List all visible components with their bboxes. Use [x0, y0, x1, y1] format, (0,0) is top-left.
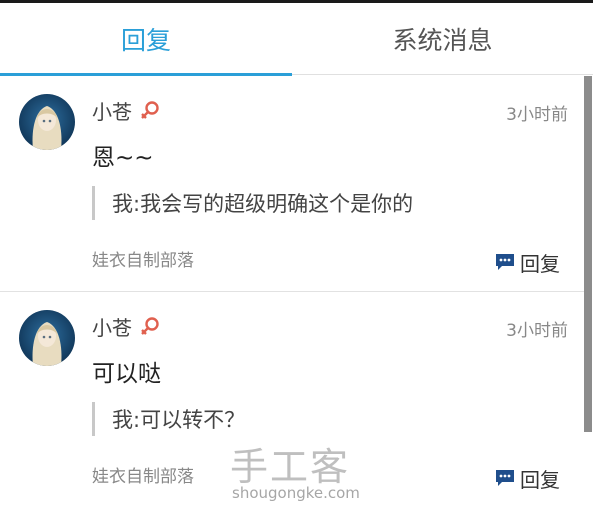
- avatar[interactable]: [19, 94, 75, 150]
- female-icon: [141, 317, 159, 335]
- female-icon: [141, 101, 159, 119]
- username[interactable]: 小苍: [92, 96, 132, 125]
- comment-icon: [496, 470, 514, 486]
- list-item[interactable]: 小苍 3小时前 可以哒 我:可以转不？ 娃衣自制部落 回复: [0, 292, 584, 508]
- reply-label: 回复: [520, 467, 560, 492]
- tab-replies[interactable]: 回复: [0, 3, 292, 75]
- message-text: 恩~~: [92, 145, 154, 171]
- reply-label: 回复: [520, 251, 560, 276]
- message-text: 可以哒: [92, 361, 161, 387]
- scrollbar[interactable]: [584, 76, 592, 432]
- avatar[interactable]: [19, 310, 75, 366]
- list-item[interactable]: 小苍 3小时前 恩~~ 我:我会写的超级明确这个是你的 娃衣自制部落 回复: [0, 76, 584, 292]
- comment-icon: [496, 254, 514, 270]
- timestamp: 3小时前: [506, 105, 568, 125]
- group-name[interactable]: 娃衣自制部落: [92, 246, 194, 271]
- timestamp: 3小时前: [506, 321, 568, 341]
- tab-system-messages[interactable]: 系统消息: [292, 3, 593, 75]
- message-list[interactable]: 小苍 3小时前 恩~~ 我:我会写的超级明确这个是你的 娃衣自制部落 回复 小苍…: [0, 76, 593, 513]
- group-name[interactable]: 娃衣自制部落: [92, 462, 194, 487]
- quoted-text: 我:我会写的超级明确这个是你的: [92, 186, 413, 220]
- reply-button[interactable]: 回复: [494, 466, 560, 492]
- reply-button[interactable]: 回复: [494, 250, 560, 276]
- quoted-text: 我:可以转不？: [92, 402, 245, 436]
- tab-bar: 回复 系统消息: [0, 3, 593, 77]
- username[interactable]: 小苍: [92, 312, 132, 341]
